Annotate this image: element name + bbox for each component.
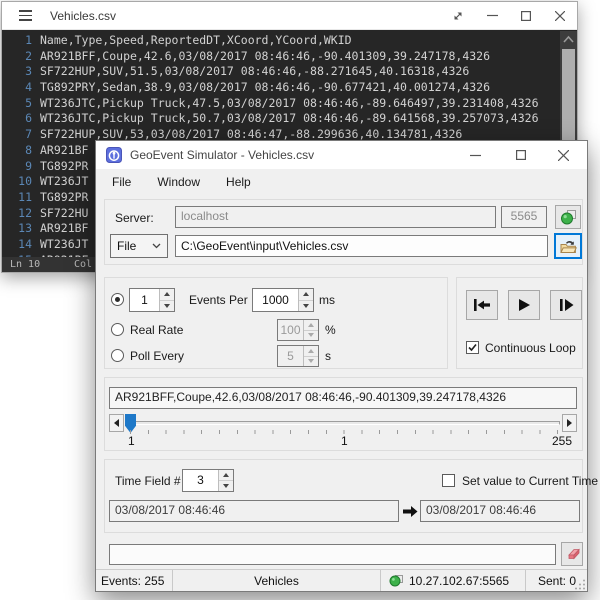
chevron-down-icon <box>152 243 161 249</box>
menu-file[interactable]: File <box>112 175 131 189</box>
open-folder-icon <box>560 239 577 254</box>
spin-up-icon[interactable] <box>299 289 313 300</box>
maximize-icon[interactable] <box>509 3 543 29</box>
slider-min-label: 1 <box>128 434 135 448</box>
simulator-window: GeoEvent Simulator - Vehicles.csv File W… <box>95 140 588 592</box>
skip-to-start-icon <box>473 298 491 312</box>
event-count-spinner[interactable]: 1 <box>129 288 175 312</box>
arrow-right-icon <box>402 505 418 518</box>
poll-spinner: 5 <box>277 345 319 367</box>
poll-unit-label: s <box>325 349 331 363</box>
simulator-window-title: GeoEvent Simulator - Vehicles.csv <box>130 148 314 162</box>
line-indicator: Ln 10 <box>10 257 40 272</box>
editor-window-title: Vehicles.csv <box>50 9 116 23</box>
interval-spinner[interactable]: 1000 <box>252 288 314 312</box>
time-field-spinner[interactable]: 3 <box>182 469 234 492</box>
events-count: Events: 255 <box>96 570 173 591</box>
eraser-icon <box>565 548 580 560</box>
connection-dot-icon <box>389 574 403 587</box>
status-bar: Events: 255 Vehicles 10.27.102.67:5565 S… <box>96 569 587 591</box>
spin-up-icon[interactable] <box>219 470 233 480</box>
maximize-icon[interactable] <box>498 142 543 168</box>
resize-grip[interactable] <box>574 578 586 590</box>
poll-every-radio[interactable] <box>111 349 124 362</box>
geoevent-logo-icon <box>106 147 122 163</box>
play-button[interactable] <box>508 290 540 320</box>
endpoint-address: 10.27.102.67:5565 <box>409 574 509 588</box>
slider-current-label: 1 <box>341 434 348 448</box>
connection-status-icon <box>560 209 577 225</box>
time-group: Time Field # 3 Set value to Current Time… <box>104 459 583 533</box>
close-icon[interactable] <box>543 142 583 168</box>
slider-left-arrow[interactable] <box>109 414 124 432</box>
time-field-label: Time Field # <box>115 474 181 488</box>
dataset-name: Vehicles <box>173 570 381 591</box>
spin-down-icon[interactable] <box>160 300 174 312</box>
set-current-time-checkbox[interactable] <box>442 474 455 487</box>
menubar: File Window Help <box>96 169 587 195</box>
simulator-titlebar: GeoEvent Simulator - Vehicles.csv <box>96 141 587 169</box>
server-group: Server: localhost 5565 File C:\GeoEvent\… <box>104 199 583 265</box>
time-from-field[interactable]: 03/08/2017 08:46:46 <box>109 500 399 522</box>
real-rate-label: Real Rate <box>130 323 183 337</box>
spin-down-icon[interactable] <box>299 300 313 312</box>
file-path-field[interactable]: C:\GeoEvent\input\Vehicles.csv <box>175 235 548 257</box>
slider-max-label: 255 <box>552 434 572 448</box>
menu-window[interactable]: Window <box>157 175 200 189</box>
editor-titlebar: Vehicles.csv <box>2 2 577 30</box>
check-icon <box>467 342 478 353</box>
set-current-time-label: Set value to Current Time <box>462 474 598 488</box>
browse-button[interactable] <box>554 233 582 259</box>
clear-button[interactable] <box>561 542 583 566</box>
server-host-field[interactable]: localhost <box>175 206 496 228</box>
poll-every-label: Poll Every <box>130 349 184 363</box>
menu-icon[interactable] <box>19 10 32 21</box>
expand-icon[interactable] <box>441 3 475 29</box>
events-per-label: Events Per <box>189 293 248 307</box>
slider-track[interactable] <box>126 421 560 425</box>
minimize-icon[interactable] <box>453 142 498 168</box>
real-rate-spinner: 100 <box>277 319 319 341</box>
csv-line: 2AR921BFF,Coupe,42.6,03/08/2017 08:46:46… <box>2 49 577 65</box>
csv-line: 6WT236JTC,Pickup Truck,50.7,03/08/2017 0… <box>2 111 577 127</box>
menu-help[interactable]: Help <box>226 175 251 189</box>
scroll-up-icon[interactable] <box>560 33 577 47</box>
csv-line: 5WT236JTC,Pickup Truck,47.5,03/08/2017 0… <box>2 96 577 112</box>
continuous-loop-label: Continuous Loop <box>485 341 576 355</box>
event-group: AR921BFF,Coupe,42.6,03/08/2017 08:46:46,… <box>104 377 583 451</box>
source-type-dropdown[interactable]: File <box>110 234 168 258</box>
slider-right-arrow[interactable] <box>562 414 577 432</box>
real-rate-radio[interactable] <box>111 323 124 336</box>
server-label: Server: <box>115 211 154 225</box>
time-to-field[interactable]: 03/08/2017 08:46:46 <box>420 500 580 522</box>
skip-to-start-button[interactable] <box>466 290 498 320</box>
step-button[interactable] <box>550 290 582 320</box>
spin-down-icon[interactable] <box>219 480 233 491</box>
playback-group: Continuous Loop <box>456 277 583 369</box>
csv-line: 3SF722HUP,SUV,51.5,03/08/2017 08:46:46,-… <box>2 64 577 80</box>
step-forward-icon <box>559 298 574 312</box>
minimize-icon[interactable] <box>475 3 509 29</box>
csv-line: 1Name,Type,Speed,ReportedDT,XCoord,YCoor… <box>2 33 577 49</box>
continuous-loop-checkbox[interactable] <box>466 341 479 354</box>
current-event-field[interactable]: AR921BFF,Coupe,42.6,03/08/2017 08:46:46,… <box>109 387 577 409</box>
progress-field <box>109 544 556 565</box>
rate-group: 1 Events Per 1000 ms Real Rate 100 % Pol… <box>104 277 448 369</box>
spin-up-icon[interactable] <box>160 289 174 300</box>
server-port-field[interactable]: 5565 <box>501 206 547 228</box>
csv-line: 4TG892PRY,Sedan,38.9,03/08/2017 08:46:46… <box>2 80 577 96</box>
connect-button[interactable] <box>555 205 581 229</box>
play-icon <box>517 298 531 312</box>
events-per-radio[interactable] <box>111 293 124 306</box>
real-rate-unit-label: % <box>325 323 336 337</box>
close-icon[interactable] <box>543 3 577 29</box>
interval-unit-label: ms <box>319 293 335 307</box>
column-indicator: Col <box>74 257 92 272</box>
